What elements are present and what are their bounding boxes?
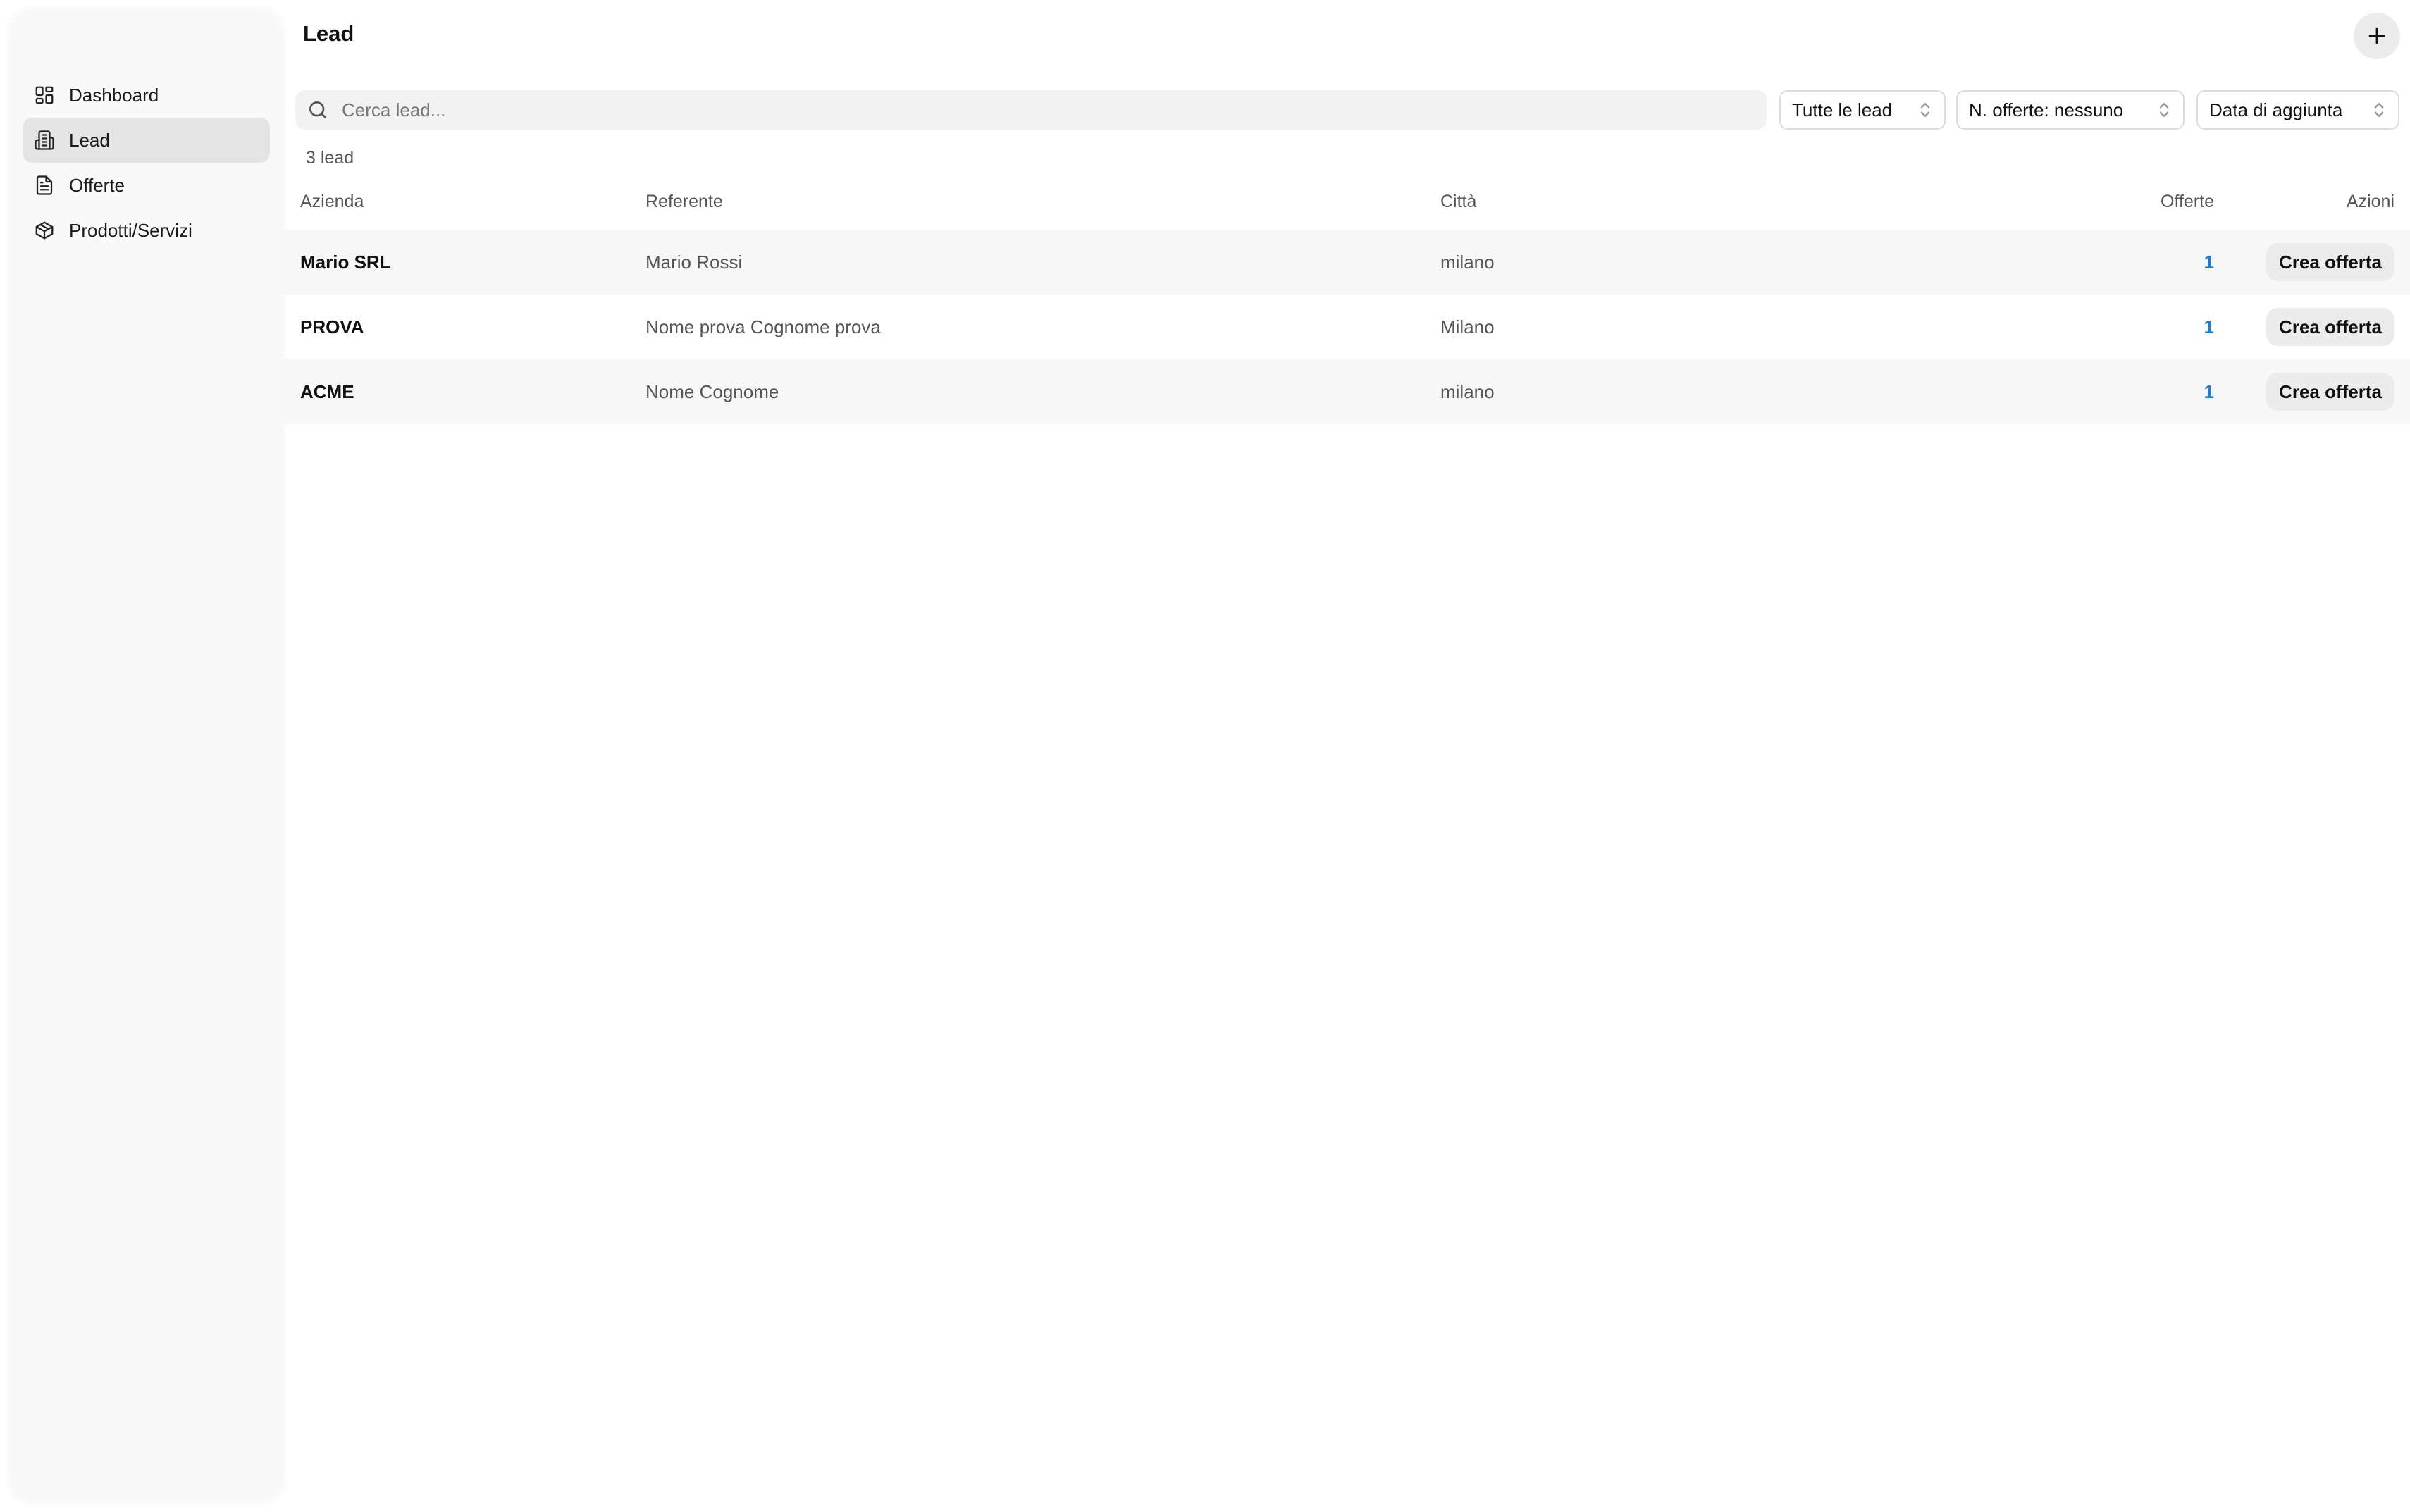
dashboard-icon [34,85,55,106]
page-title: Lead [303,21,354,46]
search-input[interactable] [340,98,1679,122]
table-row[interactable]: Mario SRL Mario Rossi milano 1 Crea offe… [283,230,2410,295]
status-filter-value: Tutte le lead [1792,99,1893,120]
sidebar-item-label: Offerte [69,174,125,196]
cell-citta: milano [1440,380,1495,402]
search-icon [309,101,326,118]
sort-value: Data di aggiunta [2209,99,2343,120]
column-header-azienda[interactable]: Azienda [300,192,364,212]
create-offer-button[interactable]: Crea offerta [2266,308,2394,346]
cell-azioni: Crea offerta [2266,230,2394,295]
column-header-referente[interactable]: Referente [645,192,723,212]
offers-filter-select[interactable]: N. offerte: nessuno [1956,90,2185,130]
plus-icon [2368,27,2385,44]
table-header: Azienda Referente Città Offerte Azioni [283,178,2410,230]
cell-referente: Mario Rossi [645,251,743,273]
sidebar-item-label: Dashboard [69,84,159,106]
sidebar-item-lead[interactable]: Lead [23,118,270,163]
building-icon [34,130,55,151]
sidebar-item-offerte[interactable]: Offerte [23,163,270,208]
lead-count: 3 lead [306,148,354,168]
chevron-updown-icon [2374,103,2384,117]
chevron-updown-icon [2159,103,2169,117]
cell-citta: Milano [1440,316,1495,337]
offers-count-link[interactable]: 1 [1904,230,2214,295]
column-header-azioni: Azioni [2346,192,2394,211]
leads-table: Azienda Referente Città Offerte Azioni M… [283,178,2410,424]
status-filter-select[interactable]: Tutte le lead [1779,90,1946,130]
create-offer-button[interactable]: Crea offerta [2266,373,2394,411]
sidebar-item-dashboard[interactable]: Dashboard [23,73,270,118]
sidebar-item-label: Lead [69,129,110,151]
sidebar-nav: Dashboard Lead Offerte Prodotti/Servizi [11,73,282,253]
chevron-updown-icon [1920,103,1930,117]
cell-azienda: Mario SRL [300,251,391,273]
column-header-offerte[interactable]: Offerte [1904,192,2214,212]
cell-azienda: ACME [300,380,354,402]
sidebar-item-label: Prodotti/Servizi [69,219,192,241]
sidebar-item-prodotti-servizi[interactable]: Prodotti/Servizi [23,208,270,253]
table-row[interactable]: ACME Nome Cognome milano 1 Crea offerta [283,359,2410,424]
column-header-citta[interactable]: Città [1440,192,1476,212]
search-box [295,90,1767,130]
offers-count-link[interactable]: 1 [1904,295,2214,359]
cell-azienda: PROVA [300,316,364,337]
offers-filter-value: N. offerte: nessuno [1969,99,2124,120]
create-offer-button[interactable]: Crea offerta [2266,243,2394,281]
table-row[interactable]: PROVA Nome prova Cognome prova Milano 1 … [283,295,2410,359]
sidebar: Dashboard Lead Offerte Prodotti/Servizi [11,11,282,1501]
cell-azioni: Crea offerta [2266,359,2394,424]
cell-referente: Nome prova Cognome prova [645,316,881,337]
offers-count-link[interactable]: 1 [1904,359,2214,424]
package-icon [34,220,55,241]
document-icon [34,175,55,196]
add-lead-button[interactable] [2354,13,2400,59]
cell-referente: Nome Cognome [645,380,779,402]
cell-azioni: Crea offerta [2266,295,2394,359]
app-root: Dashboard Lead Offerte Prodotti/Servizi … [0,0,2410,1512]
cell-citta: milano [1440,251,1495,273]
sort-select[interactable]: Data di aggiunta [2196,90,2399,130]
